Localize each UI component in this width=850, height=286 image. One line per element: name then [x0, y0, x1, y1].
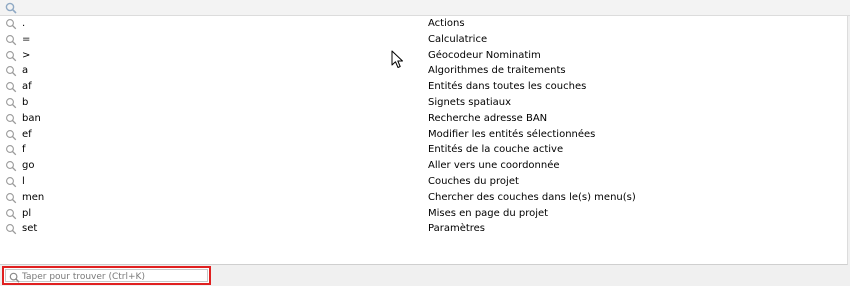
- search-icon: [6, 113, 17, 125]
- filter-description: Actions: [428, 18, 465, 29]
- locator-results-list: . Actions = Calculatrice > Géocodeur Nominati…: [0, 16, 848, 265]
- locator-field-frame: [5, 269, 208, 283]
- list-item[interactable]: men Chercher des couches dans le(s) menu(…: [0, 190, 847, 206]
- search-icon: [6, 208, 17, 219]
- filter-prefix: ef: [22, 128, 32, 140]
- list-item[interactable]: ef Modifier les entités sélectionnées: [0, 127, 847, 143]
- list-item[interactable]: l Couches du projet: [0, 174, 847, 190]
- list-item[interactable]: f Entités de la couche active: [0, 142, 847, 158]
- search-icon: [6, 50, 17, 61]
- filter-prefix: >: [22, 49, 31, 61]
- filter-description: Modifier les entités sélectionnées: [428, 128, 596, 140]
- filter-description: Géocodeur Nominatim: [428, 49, 541, 61]
- filter-description: Algorithmes de traitements: [428, 65, 566, 77]
- list-item[interactable]: b Signets spatiaux: [0, 95, 847, 111]
- locator-filter-header[interactable]: [0, 0, 850, 16]
- filter-prefix: ban: [22, 112, 41, 124]
- search-icon: [5, 2, 17, 14]
- search-icon: [6, 98, 17, 109]
- list-item[interactable]: go Aller vers une coordonnée: [0, 158, 847, 174]
- filter-prefix: set: [22, 223, 38, 235]
- search-icon: [6, 34, 17, 46]
- search-icon: [9, 272, 20, 283]
- list-item[interactable]: . Actions: [0, 16, 847, 32]
- search-icon: [6, 192, 17, 204]
- search-icon: [6, 19, 17, 30]
- filter-description: Entités de la couche active: [428, 144, 564, 156]
- status-bar: [0, 265, 850, 286]
- locator-popup: . Actions = Calculatrice > Géocodeur Nominati…: [0, 0, 850, 286]
- list-item[interactable]: set Paramètres: [0, 221, 847, 237]
- list-item[interactable]: pl Mises en page du projet: [0, 206, 847, 222]
- list-item[interactable]: > Géocodeur Nominatim: [0, 48, 847, 64]
- filter-description: Calculatrice: [428, 33, 488, 45]
- filter-prefix: .: [22, 18, 26, 29]
- filter-description: Chercher des couches dans le(s) menu(s): [428, 191, 636, 203]
- filter-prefix: a: [22, 65, 29, 77]
- search-icon: [6, 177, 17, 188]
- filter-prefix: go: [22, 160, 35, 172]
- locator-search-box[interactable]: [2, 266, 211, 285]
- list-item[interactable]: ban Recherche adresse BAN: [0, 111, 847, 127]
- filter-description: Recherche adresse BAN: [428, 112, 548, 124]
- filter-description: Couches du projet: [428, 176, 519, 187]
- search-icon: [6, 66, 17, 77]
- filter-description: Paramètres: [428, 223, 486, 235]
- filter-prefix: pl: [22, 207, 32, 219]
- filter-prefix: men: [22, 191, 45, 203]
- filter-description: Mises en page du projet: [428, 207, 549, 219]
- search-icon: [6, 82, 17, 93]
- list-item[interactable]: af Entités dans toutes les couches: [0, 79, 847, 95]
- locator-search-input[interactable]: [22, 270, 202, 283]
- search-icon: [6, 145, 17, 156]
- mouse-pointer-icon: [391, 50, 403, 68]
- filter-prefix: af: [22, 81, 32, 93]
- search-icon: [6, 161, 17, 172]
- filter-prefix: =: [22, 33, 31, 45]
- list-item[interactable]: a Algorithmes de traitements: [0, 63, 847, 79]
- search-icon: [6, 224, 17, 235]
- filter-prefix: b: [22, 97, 29, 108]
- filter-description: Aller vers une coordonnée: [428, 160, 560, 172]
- filter-description: Entités dans toutes les couches: [428, 81, 587, 93]
- filter-description: Signets spatiaux: [428, 97, 512, 108]
- list-item[interactable]: = Calculatrice: [0, 32, 847, 48]
- filter-prefix: l: [22, 176, 25, 187]
- filter-prefix: f: [22, 144, 26, 156]
- search-icon: [6, 129, 17, 140]
